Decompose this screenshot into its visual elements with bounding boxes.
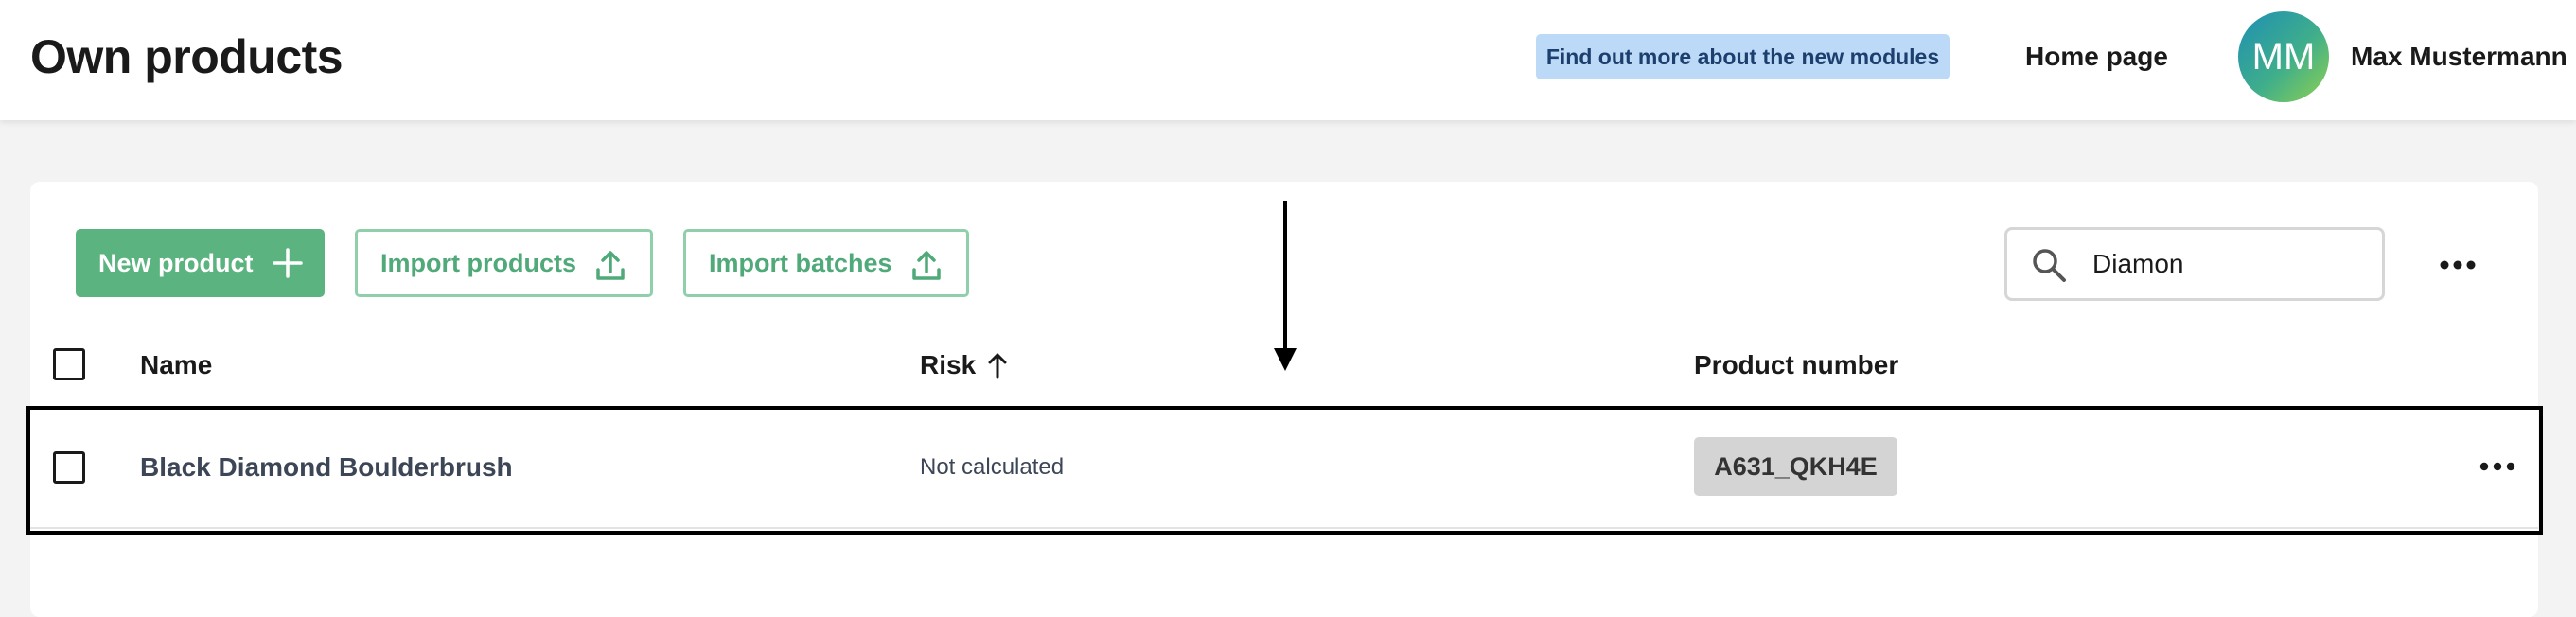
search-input[interactable] xyxy=(2092,243,2367,285)
column-header-risk[interactable]: Risk xyxy=(920,346,1010,384)
products-card: New product Import products Import batch… xyxy=(30,182,2538,617)
search-box[interactable] xyxy=(2004,227,2385,301)
app-header: Own products Find out more about the new… xyxy=(0,0,2576,120)
product-number-chip: A631_QKH4E xyxy=(1694,437,1897,496)
import-batches-label: Import batches xyxy=(709,248,892,277)
import-products-button[interactable]: Import products xyxy=(355,229,653,297)
select-all-checkbox[interactable] xyxy=(53,348,85,380)
risk-value: Not calculated xyxy=(920,454,1065,480)
column-header-risk-label: Risk xyxy=(920,350,977,379)
avatar[interactable]: MM xyxy=(2238,11,2329,102)
sort-ascending-icon xyxy=(988,353,1007,379)
more-horizontal-icon[interactable] xyxy=(2434,241,2481,289)
new-product-label: New product xyxy=(98,248,254,277)
column-header-name[interactable]: Name xyxy=(140,346,212,384)
import-batches-button[interactable]: Import batches xyxy=(683,229,969,297)
upload-icon xyxy=(596,251,625,280)
more-horizontal-icon[interactable] xyxy=(2474,443,2521,490)
import-products-label: Import products xyxy=(380,248,576,277)
user-name[interactable]: Max Mustermann xyxy=(2351,36,2567,78)
search-icon xyxy=(2033,249,2066,282)
upload-icon xyxy=(912,251,941,280)
new-modules-banner-link[interactable]: Find out more about the new modules xyxy=(1536,34,1950,79)
product-name-link[interactable]: Black Diamond Boulderbrush xyxy=(140,449,513,486)
column-header-product-number[interactable]: Product number xyxy=(1694,346,1898,384)
home-page-link[interactable]: Home page xyxy=(2025,36,2168,78)
row-divider xyxy=(30,527,2538,529)
plus-icon xyxy=(273,248,303,278)
new-product-button[interactable]: New product xyxy=(76,229,325,297)
page-title: Own products xyxy=(30,30,344,83)
row-checkbox[interactable] xyxy=(53,451,85,484)
